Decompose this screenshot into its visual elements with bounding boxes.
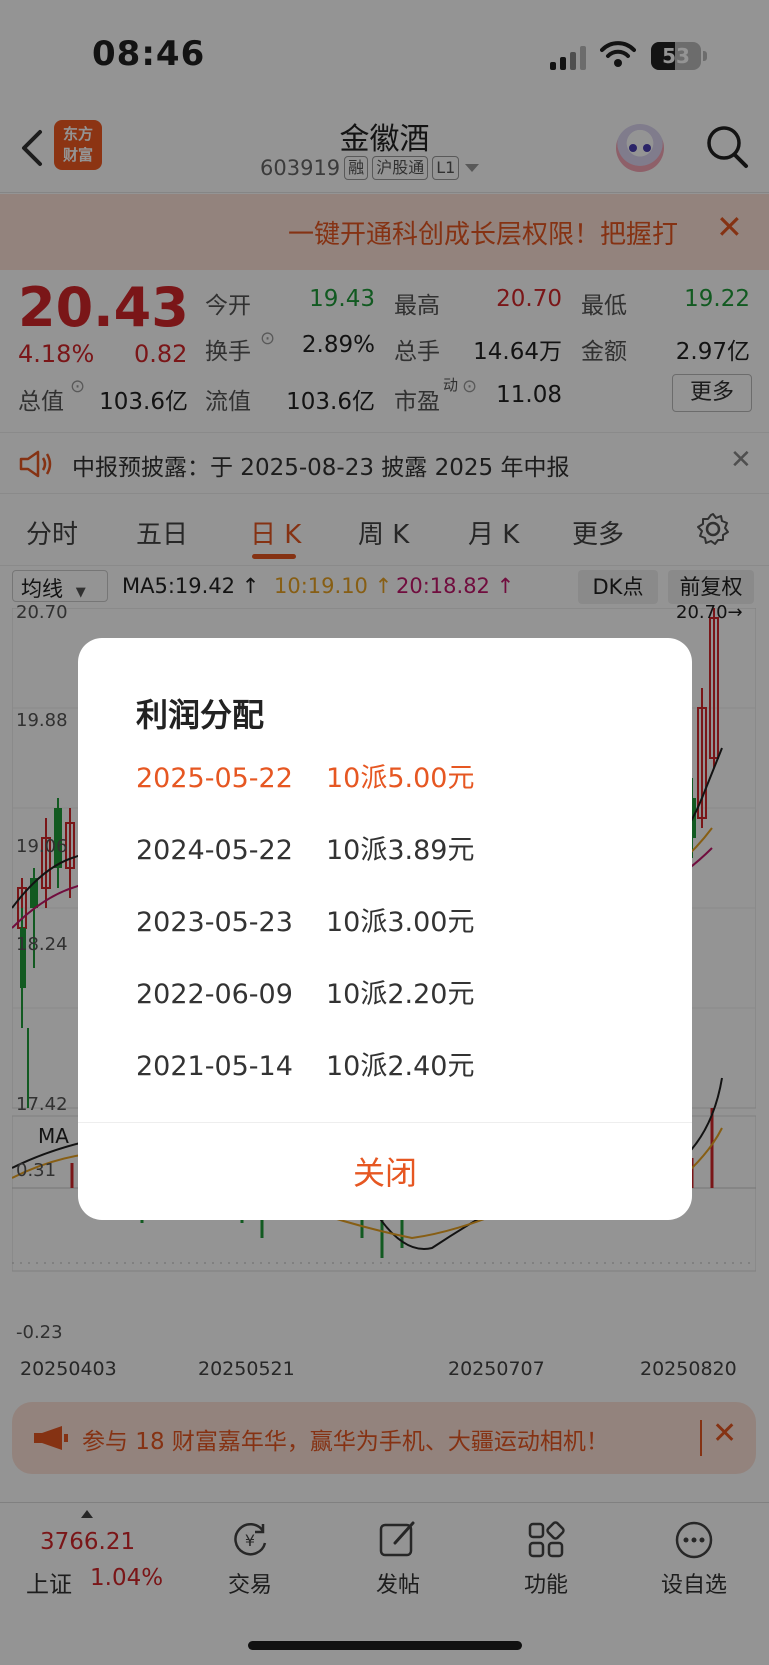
- close-dialog-button[interactable]: 关闭: [78, 1148, 692, 1194]
- dividend-plan: 10派2.40元: [326, 1051, 475, 1082]
- dividend-plan: 10派3.00元: [326, 907, 475, 938]
- dividend-date: 2024-05-22: [136, 835, 293, 866]
- dividend-date: 2021-05-14: [136, 1051, 293, 1082]
- dividend-plan: 10派2.20元: [326, 979, 475, 1010]
- dialog-title: 利润分配: [136, 696, 265, 734]
- dividend-row: 2024-05-22 10派3.89元: [136, 828, 474, 867]
- dividend-row: 2023-05-23 10派3.00元: [136, 900, 474, 939]
- dividend-row: 2025-05-22 10派5.00元: [136, 756, 474, 795]
- home-indicator[interactable]: [248, 1641, 522, 1650]
- dividend-plan: 10派3.89元: [326, 835, 475, 866]
- dividend-date: 2025-05-22: [136, 763, 293, 794]
- dividend-plan: 10派5.00元: [326, 763, 475, 794]
- dividend-row: 2022-06-09 10派2.20元: [136, 972, 474, 1011]
- dividend-date: 2022-06-09: [136, 979, 293, 1010]
- dividend-row: 2021-05-14 10派2.40元: [136, 1044, 474, 1083]
- dialog-divider: [78, 1122, 692, 1123]
- dividend-date: 2023-05-23: [136, 907, 293, 938]
- profit-distribution-dialog: 利润分配 2025-05-22 10派5.00元 2024-05-22 10派3.8…: [78, 638, 692, 1220]
